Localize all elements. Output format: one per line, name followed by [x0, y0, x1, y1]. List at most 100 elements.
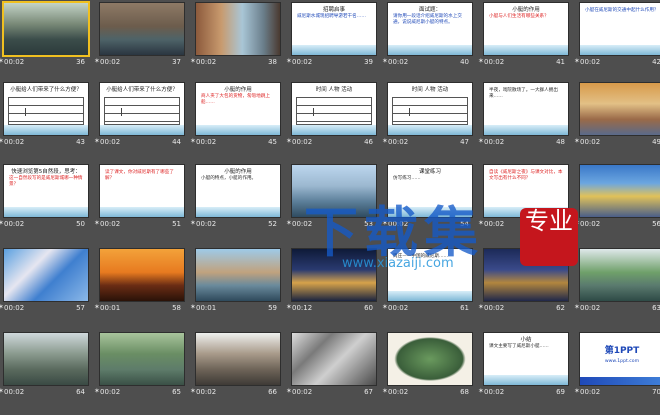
- slide-preview[interactable]: [100, 249, 184, 301]
- transition-icon[interactable]: ✶: [94, 137, 100, 145]
- slide-thumbnail-59[interactable]: ✶ 00:01 59: [190, 248, 280, 317]
- slide-thumbnail-41[interactable]: 小艇的作用 小艇与人们生活有哪些关系？ ✶ 00:02 41: [478, 2, 568, 71]
- transition-icon[interactable]: ✶: [574, 57, 580, 65]
- slide-thumbnail-43[interactable]: 小艇给人们带来了什么方便？ ✶ 00:02 43: [0, 82, 88, 151]
- slide-preview[interactable]: [292, 333, 376, 385]
- slide-preview[interactable]: [196, 249, 280, 301]
- transition-icon[interactable]: ✶: [190, 387, 196, 395]
- slide-thumbnail-37[interactable]: ✶ 00:02 37: [94, 2, 184, 71]
- slide-thumbnail-46[interactable]: 时间 人物 活动 ✶ 00:02 46: [286, 82, 376, 151]
- slide-preview[interactable]: [580, 165, 660, 217]
- watermark-seal: 专业: [520, 208, 578, 266]
- slide-thumbnail-56[interactable]: ✶00:0256: [574, 164, 660, 233]
- slide-thumbnail-70[interactable]: 第1PPT www.1ppt.com ✶ 00:02 70: [574, 332, 660, 401]
- slide-preview[interactable]: [100, 3, 184, 55]
- slide-preview[interactable]: 小艇的作用 小艇与人们生活有哪些关系？: [484, 3, 568, 55]
- transition-icon[interactable]: ✶: [286, 387, 292, 395]
- slide-preview[interactable]: 时间 人物 活动: [292, 83, 376, 135]
- transition-icon[interactable]: ✶: [478, 137, 484, 145]
- slide-preview[interactable]: 快速浏览第5自然段，思考： 这一自然段写的是威尼斯城哪一种情景？: [4, 165, 88, 217]
- transition-icon[interactable]: ✶: [382, 57, 388, 65]
- transition-icon[interactable]: ✶: [190, 303, 196, 311]
- slide-number: 61: [460, 304, 469, 312]
- transition-icon[interactable]: ✶: [190, 219, 196, 227]
- slide-preview[interactable]: 小艇的作用 商人夹了大包的货物，匆匆地跳上船……: [196, 83, 280, 135]
- slide-preview[interactable]: [388, 333, 472, 385]
- slide-preview[interactable]: [4, 3, 88, 55]
- slide-preview[interactable]: [580, 83, 660, 135]
- transition-icon[interactable]: ✶: [190, 137, 196, 145]
- transition-icon[interactable]: ✶: [94, 219, 100, 227]
- transition-icon[interactable]: ✶: [286, 219, 292, 227]
- transition-icon[interactable]: ✶: [574, 387, 580, 395]
- slide-preview[interactable]: [4, 249, 88, 301]
- slide-thumbnail-40[interactable]: 面试题： 请你用一段话介绍威尼斯的水上交通，说说威尼斯小艇的特点。 ✶ 00:02 40: [382, 2, 472, 71]
- slide-thumbnail-65[interactable]: ✶ 00:02 65: [94, 332, 184, 401]
- slide-photo: [4, 249, 88, 301]
- slide-thumbnail-63[interactable]: ✶ 00:02 63: [574, 248, 660, 317]
- transition-icon[interactable]: ✶: [478, 387, 484, 395]
- slide-timing: 00:02: [100, 388, 121, 396]
- transition-icon[interactable]: ✶: [574, 137, 580, 145]
- transition-icon[interactable]: ✶: [94, 57, 100, 65]
- slide-thumbnail-39[interactable]: 招聘启事 威尼斯水城现招聘导游若干名…… ✶ 00:02 39: [286, 2, 376, 71]
- slide-preview[interactable]: [196, 333, 280, 385]
- slide-footer: ✶ 00:02 44: [94, 137, 184, 149]
- slide-thumbnail-66[interactable]: ✶ 00:02 66: [190, 332, 280, 401]
- slide-preview[interactable]: 时间 人物 活动: [388, 83, 472, 135]
- slide-body: 小艇的特点，小艇的作用。: [201, 176, 257, 181]
- transition-icon[interactable]: ✶: [190, 57, 196, 65]
- transition-icon[interactable]: ✶: [478, 57, 484, 65]
- transition-icon[interactable]: ✶: [286, 303, 292, 311]
- slide-preview[interactable]: [196, 3, 280, 55]
- slide-timing: 00:02: [388, 304, 409, 312]
- slide-preview[interactable]: 小艇在威尼斯的交通中起什么作用？: [580, 3, 660, 55]
- transition-icon[interactable]: ✶: [94, 387, 100, 395]
- slide-body: www.1ppt.com: [604, 359, 640, 364]
- slide-preview[interactable]: 小艇给人们带来了什么方便？: [4, 83, 88, 135]
- transition-icon[interactable]: ✶: [382, 137, 388, 145]
- slide-thumbnail-51[interactable]: 读了课文，你对威尼斯有了哪些了解？ ✶ 00:02 51: [94, 164, 184, 233]
- slide-table: [392, 97, 468, 125]
- slide-thumbnail-64[interactable]: ✶ 00:02 64: [0, 332, 88, 401]
- slide-preview[interactable]: 小艇的作用 小艇的特点，小艇的作用。: [196, 165, 280, 217]
- slide-preview[interactable]: [100, 333, 184, 385]
- slide-number: 65: [172, 388, 181, 396]
- transition-icon[interactable]: ✶: [286, 57, 292, 65]
- slide-preview[interactable]: 半夜，戏院散场了。一大群人拥出来……: [484, 83, 568, 135]
- slide-preview[interactable]: 招聘启事 威尼斯水城现招聘导游若干名……: [292, 3, 376, 55]
- slide-thumbnail-69[interactable]: 小结 课文主要写了威尼斯小艇…… ✶ 00:02 69: [478, 332, 568, 401]
- slide-preview[interactable]: [4, 333, 88, 385]
- slide-timing: 00:12: [292, 304, 313, 312]
- slide-thumbnail-52[interactable]: 小艇的作用 小艇的特点，小艇的作用。 ✶ 00:02 52: [190, 164, 280, 233]
- slide-thumbnail-67[interactable]: ✶ 00:02 67: [286, 332, 376, 401]
- slide-sea-background: [292, 45, 376, 55]
- slide-thumbnail-57[interactable]: ✶ 00:02 57: [0, 248, 88, 317]
- slide-thumbnail-42[interactable]: 小艇在威尼斯的交通中起什么作用？ ✶ 00:02 42: [574, 2, 660, 71]
- slide-thumbnail-45[interactable]: 小艇的作用 商人夹了大包的货物，匆匆地跳上船…… ✶ 00:02 45: [190, 82, 280, 151]
- slide-thumbnail-47[interactable]: 时间 人物 活动 ✶ 00:02 47: [382, 82, 472, 151]
- transition-icon[interactable]: ✶: [286, 137, 292, 145]
- transition-icon[interactable]: ✶: [382, 303, 388, 311]
- slide-thumbnail-38[interactable]: ✶ 00:02 38: [190, 2, 280, 71]
- slide-preview[interactable]: 小艇给人们带来了什么方便？: [100, 83, 184, 135]
- slide-preview[interactable]: 面试题： 请你用一段话介绍威尼斯的水上交通，说说威尼斯小艇的特点。: [388, 3, 472, 55]
- slide-preview[interactable]: [580, 249, 660, 301]
- slide-number: 45: [268, 138, 277, 146]
- slide-thumbnail-50[interactable]: 快速浏览第5自然段，思考： 这一自然段写的是威尼斯城哪一种情景？ ✶ 00:02 50: [0, 164, 88, 233]
- slide-preview[interactable]: 第1PPT www.1ppt.com: [580, 333, 660, 385]
- slide-thumbnail-48[interactable]: 半夜，戏院散场了。一大群人拥出来…… ✶ 00:02 48: [478, 82, 568, 151]
- slide-preview[interactable]: 小结 课文主要写了威尼斯小艇……: [484, 333, 568, 385]
- slide-thumbnail-58[interactable]: ✶ 00:01 58: [94, 248, 184, 317]
- transition-icon[interactable]: ✶: [94, 303, 100, 311]
- watermark-url: www.xiazaiji.com: [342, 256, 454, 271]
- transition-icon[interactable]: ✶: [574, 303, 580, 311]
- slide-preview[interactable]: 读了课文，你对威尼斯有了哪些了解？: [100, 165, 184, 217]
- transition-icon[interactable]: ✶: [382, 387, 388, 395]
- slide-thumbnail-44[interactable]: 小艇给人们带来了什么方便？ ✶ 00:02 44: [94, 82, 184, 151]
- slide-thumbnail-36[interactable]: ✶ 00:02 36: [0, 2, 88, 71]
- slide-number: 38: [268, 58, 277, 66]
- transition-icon[interactable]: ✶: [478, 303, 484, 311]
- slide-thumbnail-68[interactable]: ✶ 00:02 68: [382, 332, 472, 401]
- slide-thumbnail-49[interactable]: ✶ 00:02 49: [574, 82, 660, 151]
